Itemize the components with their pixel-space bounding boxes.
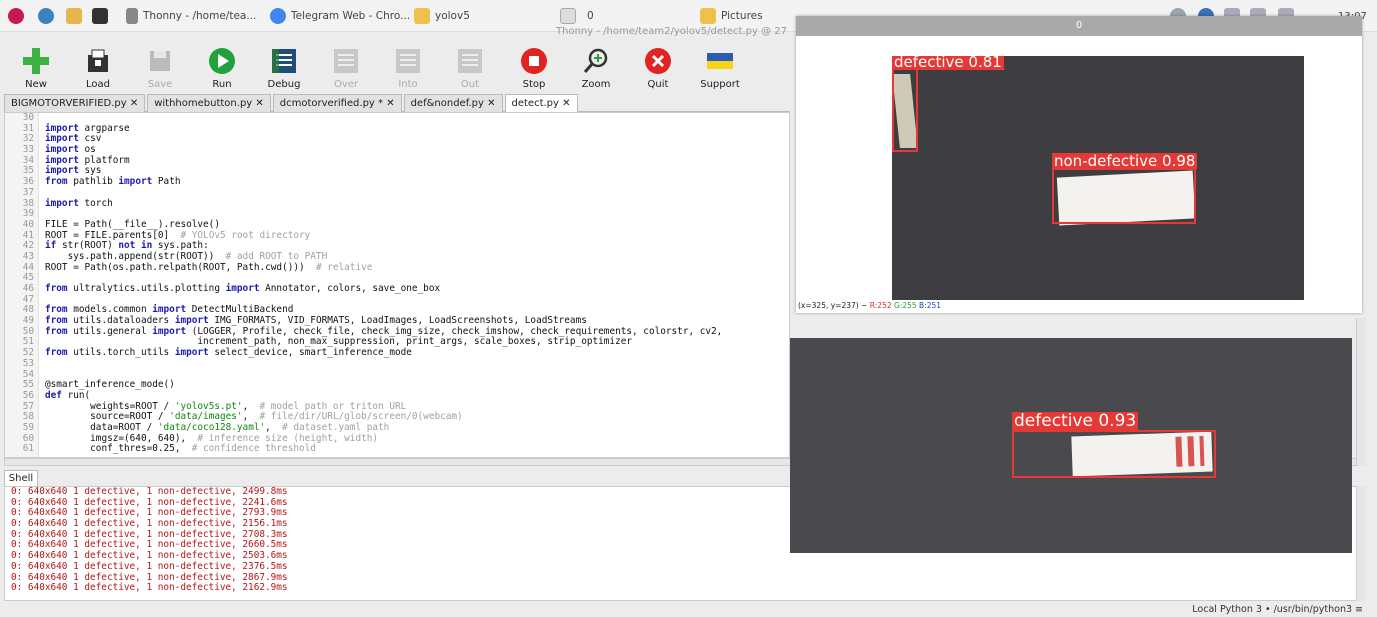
run-button[interactable]: Run bbox=[194, 46, 250, 90]
code-line[interactable] bbox=[45, 359, 789, 370]
bounding-box-defective bbox=[1012, 430, 1216, 478]
shell-line: 0: 640x640 1 defective, 1 non-defective,… bbox=[11, 560, 288, 572]
code-line[interactable]: FILE = Path(__file__).resolve() bbox=[45, 219, 789, 231]
line-number: 53 bbox=[22, 357, 34, 369]
load-button[interactable]: Load bbox=[70, 46, 126, 90]
code-line[interactable]: from utils.torch_utils import select_dev… bbox=[45, 347, 789, 359]
bounding-box-defective bbox=[892, 68, 918, 152]
taskbar-item-0[interactable]: 0 bbox=[560, 6, 594, 26]
detection-label-defective: defective 0.93 bbox=[1012, 411, 1139, 431]
terminal-launcher-icon[interactable] bbox=[92, 6, 113, 26]
play-icon bbox=[209, 48, 235, 74]
debug-button[interactable]: Debug bbox=[256, 46, 312, 90]
magnifier-icon bbox=[583, 48, 608, 73]
save-button[interactable]: Save bbox=[132, 46, 188, 90]
taskbar-item-pictures[interactable]: Pictures bbox=[700, 6, 763, 26]
floppy-icon bbox=[150, 51, 170, 71]
code-line[interactable] bbox=[45, 113, 789, 124]
toolbar: New Load Save Run Debug Over Into Out St… bbox=[0, 42, 800, 94]
thonny-icon bbox=[126, 8, 138, 24]
plus-icon bbox=[23, 48, 49, 74]
shell-vertical-scrollbar[interactable] bbox=[1356, 486, 1366, 601]
tab-detect[interactable]: detect.py ✕ bbox=[504, 94, 578, 112]
detection-window-title[interactable]: 0 bbox=[796, 16, 1362, 36]
status-bar[interactable]: Local Python 3 • /usr/bin/python3 ≡ bbox=[0, 602, 1377, 617]
line-number: 40 bbox=[22, 218, 34, 230]
line-number: 56 bbox=[22, 389, 34, 401]
step-into-button[interactable]: Into bbox=[380, 46, 436, 90]
editor-vertical-scrollbar[interactable] bbox=[1356, 318, 1366, 466]
step-out-icon bbox=[458, 49, 482, 73]
pixel-info: (x=325, y=237) ~ R:252 G:255 B:251 bbox=[798, 301, 942, 310]
detection-label-non-defective: non-defective 0.98 bbox=[1052, 152, 1198, 170]
browser-launcher-icon[interactable] bbox=[38, 6, 59, 26]
step-into-icon bbox=[396, 49, 420, 73]
new-button[interactable]: New bbox=[8, 46, 64, 90]
taskbar-item-thonny[interactable]: Thonny - /home/tea... bbox=[126, 6, 256, 26]
code-line[interactable] bbox=[45, 188, 789, 199]
stop-button[interactable]: Stop bbox=[506, 46, 562, 90]
shell-line: 0: 640x640 1 defective, 1 non-defective,… bbox=[11, 582, 288, 594]
ukraine-flag-icon bbox=[707, 53, 733, 69]
line-number: 37 bbox=[22, 186, 34, 198]
editor-tabs: BIGMOTORVERIFIED.py ✕ withhomebutton.py … bbox=[4, 94, 790, 112]
step-out-button[interactable]: Out bbox=[442, 46, 498, 90]
taskbar-item-telegram[interactable]: Telegram Web - Chro... bbox=[270, 6, 410, 26]
code-line[interactable]: from ultralytics.utils.plotting import A… bbox=[45, 283, 789, 295]
tab-dcmotorverified[interactable]: dcmotorverified.py * ✕ bbox=[272, 94, 402, 112]
raspberry-menu-icon[interactable] bbox=[8, 6, 29, 26]
line-number-gutter: 30 31 32 33 34 35 36 37 38 39 40 41 42 43 44 45 46 47 48 49… bbox=[5, 113, 39, 457]
camera-view: defective 0.93 bbox=[790, 338, 1352, 553]
folder-open-icon bbox=[88, 49, 108, 72]
code-line[interactable]: import torch bbox=[45, 198, 789, 210]
tab-shell[interactable]: Shell bbox=[4, 470, 38, 486]
close-icon bbox=[645, 48, 671, 74]
code-line[interactable]: import argparse bbox=[45, 123, 789, 135]
tab-bigmotorverified[interactable]: BIGMOTORVERIFIED.py ✕ bbox=[4, 94, 146, 112]
step-over-button[interactable]: Over bbox=[318, 46, 374, 90]
code-line[interactable]: ROOT = Path(os.path.relpath(ROOT, Path.c… bbox=[45, 262, 789, 274]
code-line[interactable]: conf_thres=0.25, # confidence threshold bbox=[45, 443, 789, 455]
file-manager-launcher-icon[interactable] bbox=[66, 6, 87, 26]
debug-icon bbox=[272, 49, 296, 73]
code-line[interactable]: @smart_inference_mode() bbox=[45, 379, 789, 391]
detection-label-defective: defective 0.81 bbox=[892, 56, 1004, 71]
code-line[interactable]: import os bbox=[45, 144, 789, 156]
tab-withhomebutton[interactable]: withhomebutton.py ✕ bbox=[147, 94, 271, 112]
code-line[interactable]: def run( bbox=[45, 390, 789, 402]
bounding-box-non-defective bbox=[1052, 168, 1196, 224]
folder-icon bbox=[414, 8, 430, 24]
taskbar-item-yolov5[interactable]: yolov5 bbox=[414, 6, 470, 26]
code-line[interactable]: import csv bbox=[45, 134, 789, 145]
support-button[interactable]: Support bbox=[692, 46, 748, 90]
detection-window[interactable]: 0 defective 0.81 non-defective 0.98 (x=3… bbox=[796, 16, 1362, 313]
code-line[interactable]: import platform bbox=[45, 155, 789, 167]
chrome-icon bbox=[270, 8, 286, 24]
step-over-icon bbox=[334, 49, 358, 73]
folder-icon bbox=[700, 8, 716, 24]
thonny-window-title: Thonny - /home/team2/yolov5/detect.py @ … bbox=[556, 26, 787, 37]
window-icon bbox=[560, 8, 576, 24]
zoom-button[interactable]: Zoom bbox=[568, 46, 624, 90]
stop-icon bbox=[521, 48, 547, 74]
code-editor[interactable]: 30 31 32 33 34 35 36 37 38 39 40 41 42 43 44 45 46 47 48 49… bbox=[4, 112, 790, 458]
line-number: 61 bbox=[22, 443, 34, 455]
code-area[interactable]: import argparse import csv import os import… bbox=[45, 113, 789, 457]
code-line[interactable]: from pathlib import Path bbox=[45, 176, 789, 188]
quit-button[interactable]: Quit bbox=[630, 46, 686, 90]
detection-image: defective 0.81 non-defective 0.98 bbox=[892, 56, 1304, 300]
tab-defnondef[interactable]: def&nondef.py ✕ bbox=[403, 94, 503, 112]
